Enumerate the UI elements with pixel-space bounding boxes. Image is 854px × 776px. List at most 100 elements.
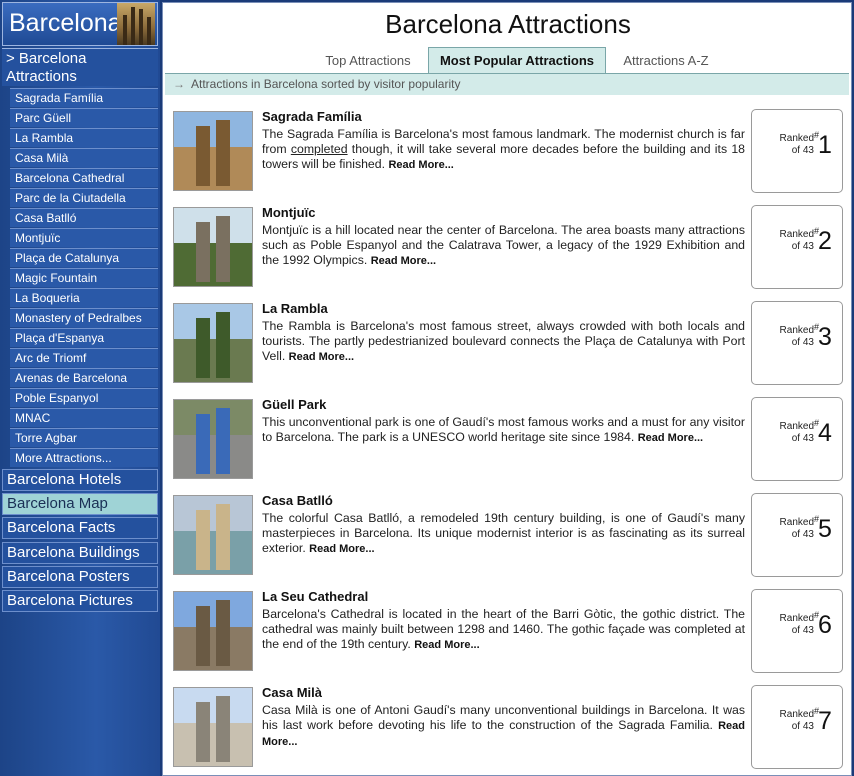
rank-number: 6: [818, 611, 832, 639]
attraction-title[interactable]: Casa Milà: [262, 685, 322, 700]
rank-prefix: Ranked: [779, 421, 814, 432]
attraction-title[interactable]: Güell Park: [262, 397, 326, 412]
nav-item[interactable]: Barcelona Posters: [2, 566, 158, 588]
nav-item[interactable]: Barcelona Buildings: [2, 542, 158, 564]
attraction-description: The Sagrada Família is Barcelona's most …: [262, 127, 745, 173]
attraction-title[interactable]: Montjuïc: [262, 205, 315, 220]
sidebar-attraction-item[interactable]: Arc de Triomf: [10, 348, 158, 367]
sidebar-attraction-item[interactable]: Magic Fountain: [10, 268, 158, 287]
read-more-link[interactable]: Read More...: [371, 255, 436, 267]
rank-label: Ranked of 43: [776, 133, 814, 157]
rank-prefix: Ranked: [779, 709, 814, 720]
photo-detail: [216, 504, 230, 570]
sidebar: Barcelona > Barcelona Attractions Sagrad…: [0, 0, 160, 776]
read-more-link[interactable]: Read More...: [414, 639, 479, 651]
nav-item[interactable]: Barcelona Map: [2, 493, 158, 515]
sidebar-attraction-item[interactable]: Casa Batlló: [10, 208, 158, 227]
photo-detail: [196, 222, 210, 282]
rank-of-total: of 43: [791, 433, 814, 444]
rank-label: Ranked of 43: [776, 325, 814, 349]
nav-item[interactable]: Barcelona Pictures: [2, 590, 158, 612]
sidebar-attraction-item[interactable]: Sagrada Família: [10, 88, 158, 107]
photo-sky: [174, 208, 252, 244]
attraction-card: Sagrada Família The Sagrada Família is B…: [173, 109, 849, 197]
sidebar-attraction-item[interactable]: La Rambla: [10, 128, 158, 147]
sidebar-attraction-item[interactable]: Casa Milà: [10, 148, 158, 167]
attraction-card: Güell Park This unconventional park is o…: [173, 397, 849, 485]
photo-ground: [174, 531, 252, 574]
attraction-description: The colorful Casa Batlló, a remodeled 19…: [262, 511, 745, 557]
photo-sky: [174, 304, 252, 340]
photo-detail: [196, 702, 210, 762]
tab-most-popular[interactable]: Most Popular Attractions: [428, 47, 606, 74]
rank-box: Ranked of 43 # 3: [751, 301, 843, 385]
attraction-title[interactable]: La Seu Cathedral: [262, 589, 368, 604]
photo-detail: [196, 126, 210, 186]
read-more-link[interactable]: Read More...: [309, 543, 374, 555]
sidebar-attraction-item[interactable]: La Boqueria: [10, 288, 158, 307]
attraction-description: Casa Milà is one of Antoni Gaudí's many …: [262, 703, 745, 750]
nav-item[interactable]: Barcelona Facts: [2, 517, 158, 539]
photo-detail: [216, 216, 230, 282]
sidebar-attraction-item[interactable]: Poble Espanyol: [10, 388, 158, 407]
photo-detail: [196, 414, 210, 474]
rank-prefix: Ranked: [779, 133, 814, 144]
read-more-link[interactable]: Read More...: [289, 351, 354, 363]
photo-sky: [174, 496, 252, 532]
attraction-description: This unconventional park is one of Gaudí…: [262, 415, 745, 446]
sort-description: → Attractions in Barcelona sorted by visi…: [165, 73, 849, 95]
rank-of-total: of 43: [791, 529, 814, 540]
tab-top-attractions[interactable]: Top Attractions: [313, 49, 423, 73]
sidebar-attraction-item[interactable]: Barcelona Cathedral: [10, 168, 158, 187]
site-logo[interactable]: Barcelona: [2, 2, 158, 46]
attraction-title[interactable]: Sagrada Família: [262, 109, 362, 124]
sidebar-attraction-item[interactable]: Montjuïc: [10, 228, 158, 247]
attraction-card: Casa Milà Casa Milà is one of Antoni Gau…: [173, 685, 849, 773]
description-text: Casa Milà is one of Antoni Gaudí's many …: [262, 703, 745, 732]
rank-of-total: of 43: [791, 721, 814, 732]
sidebar-attraction-item[interactable]: More Attractions...: [10, 448, 158, 467]
photo-detail: [196, 606, 210, 666]
attraction-card: La Seu Cathedral Barcelona's Cathedral i…: [173, 589, 849, 677]
sidebar-attraction-item[interactable]: Arenas de Barcelona: [10, 368, 158, 387]
sidebar-attraction-item[interactable]: Parc Güell: [10, 108, 158, 127]
page-title: Barcelona Attractions: [385, 9, 631, 39]
rank-label: Ranked of 43: [776, 517, 814, 541]
tab-attractions-a-z[interactable]: Attractions A-Z: [611, 49, 721, 73]
sidebar-attraction-item[interactable]: Parc de la Ciutadella: [10, 188, 158, 207]
attraction-photo[interactable]: [173, 591, 253, 671]
attraction-description: Montjuïc is a hill located near the cent…: [262, 223, 745, 269]
rank-of-total: of 43: [791, 145, 814, 156]
read-more-link[interactable]: Read More...: [638, 432, 703, 444]
photo-detail: [216, 600, 230, 666]
attraction-photo[interactable]: [173, 399, 253, 479]
attraction-description: The Rambla is Barcelona's most famous st…: [262, 319, 745, 365]
attraction-photo[interactable]: [173, 303, 253, 383]
read-more-link[interactable]: Read More...: [388, 159, 453, 171]
photo-ground: [174, 243, 252, 286]
rank-of-total: of 43: [791, 241, 814, 252]
sort-description-text: Attractions in Barcelona sorted by visit…: [191, 77, 461, 91]
rank-box: Ranked of 43 # 7: [751, 685, 843, 769]
attraction-photo[interactable]: [173, 495, 253, 575]
inline-link[interactable]: completed: [291, 142, 348, 156]
nav-item[interactable]: Barcelona Hotels: [2, 469, 158, 491]
sidebar-attraction-item[interactable]: MNAC: [10, 408, 158, 427]
sidebar-attraction-item[interactable]: Plaça d'Espanya: [10, 328, 158, 347]
attraction-photo[interactable]: [173, 111, 253, 191]
sidebar-attraction-item[interactable]: Monastery of Pedralbes: [10, 308, 158, 327]
tab-bar: Top Attractions Most Popular Attractions…: [163, 47, 853, 75]
rank-number: 1: [818, 131, 832, 159]
section-header-attractions[interactable]: > Barcelona Attractions: [2, 48, 158, 86]
attraction-title[interactable]: Casa Batlló: [262, 493, 333, 508]
description-text: Barcelona's Cathedral is located in the …: [262, 607, 745, 651]
rank-box: Ranked of 43 # 5: [751, 493, 843, 577]
attraction-photo[interactable]: [173, 687, 253, 767]
attraction-photo[interactable]: [173, 207, 253, 287]
rank-of-total: of 43: [791, 337, 814, 348]
sidebar-attraction-item[interactable]: Plaça de Catalunya: [10, 248, 158, 267]
attraction-title[interactable]: La Rambla: [262, 301, 328, 316]
photo-detail: [196, 318, 210, 378]
rank-box: Ranked of 43 # 1: [751, 109, 843, 193]
sidebar-attraction-item[interactable]: Torre Agbar: [10, 428, 158, 447]
